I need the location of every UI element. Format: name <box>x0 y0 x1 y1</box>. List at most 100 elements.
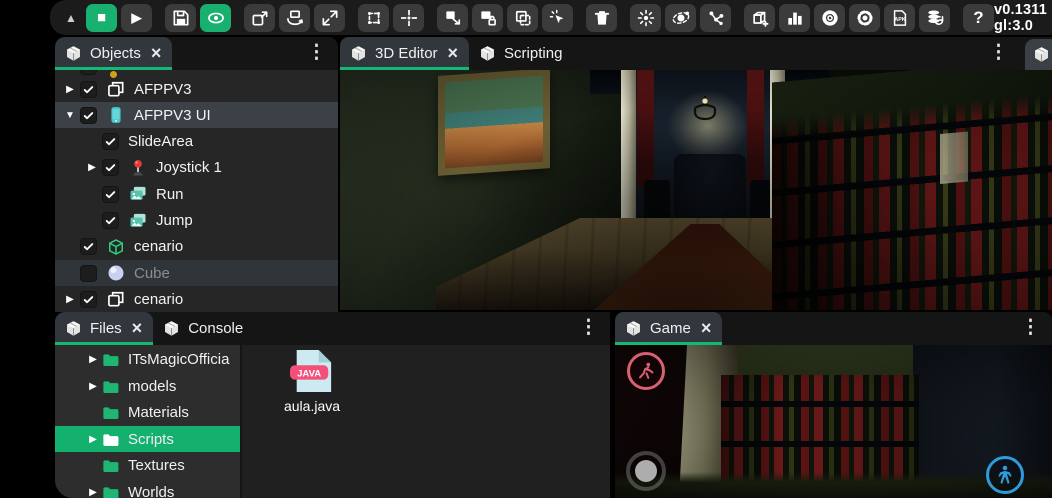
tab-label: 3D Editor <box>375 45 438 62</box>
files-tabbar: Files × Console ⋮ <box>55 312 610 345</box>
chevron-right-icon[interactable]: ▶ <box>82 162 102 173</box>
chevron-right-icon[interactable]: ▶ <box>85 381 101 392</box>
objects-panel: Objects× ⋮ ▶AFPPV3▼AFPPV3 UISlideArea▶Jo… <box>55 37 338 312</box>
rotate-tool-button[interactable] <box>279 4 310 32</box>
object-row-jump[interactable]: Jump <box>55 208 338 234</box>
database-sync-button[interactable] <box>919 4 950 32</box>
close-icon[interactable]: × <box>151 43 162 64</box>
visibility-checkbox[interactable] <box>80 107 97 124</box>
tab-label: Files <box>90 320 122 337</box>
copy-special-button[interactable] <box>507 4 538 32</box>
tab-files[interactable]: Files × <box>55 312 153 345</box>
package-icon <box>478 44 497 63</box>
object-row-run[interactable]: Run <box>55 181 338 207</box>
orbit-view-button[interactable] <box>665 4 696 32</box>
folder-row-scripts[interactable]: ▶Scripts <box>55 426 240 452</box>
tab-3d-editor[interactable]: 3D Editor × <box>340 37 469 70</box>
stop-button[interactable]: ■ <box>86 4 117 32</box>
lock-object-button[interactable] <box>472 4 503 32</box>
object-row-afppv3-ui[interactable]: ▼AFPPV3 UI <box>55 102 338 128</box>
file-card-aula-java[interactable]: JAVA aula.java <box>274 349 350 414</box>
tab-game[interactable]: Game× <box>615 312 722 345</box>
3d-viewport[interactable] <box>340 70 1052 310</box>
object-row-cenario[interactable]: cenario <box>55 234 338 260</box>
path-icon <box>706 8 726 28</box>
visibility-checkbox[interactable] <box>80 238 97 255</box>
duplicate-button[interactable] <box>437 4 468 32</box>
object-row-cube[interactable]: Cube <box>55 260 338 286</box>
virtual-joystick[interactable] <box>626 451 666 491</box>
image-icon <box>128 211 148 231</box>
settings-button[interactable] <box>814 4 845 32</box>
chevron-right-icon[interactable]: ▶ <box>85 354 101 365</box>
chevron-down-icon[interactable]: ▼ <box>60 110 80 121</box>
help-icon: ? <box>973 9 983 26</box>
flare-icon <box>636 8 656 28</box>
visibility-checkbox[interactable] <box>80 291 97 308</box>
object-row-joystick-1[interactable]: ▶Joystick 1 <box>55 155 338 181</box>
chevron-right-icon[interactable]: ▶ <box>85 487 101 498</box>
package-icon <box>349 44 368 63</box>
object-row-slidearea[interactable]: SlideArea <box>55 129 338 155</box>
visibility-checkbox[interactable] <box>102 186 119 203</box>
folder-row-textures[interactable]: Textures <box>55 453 240 479</box>
joystick-knob[interactable] <box>635 460 657 482</box>
mesh-icon <box>106 237 126 257</box>
scale-tool-button[interactable] <box>314 4 345 32</box>
running-person-icon <box>635 360 657 382</box>
visibility-checkbox[interactable] <box>80 81 97 98</box>
tab-scripting[interactable]: Scripting <box>469 37 573 70</box>
folder-icon <box>101 403 120 422</box>
collapse-toolbar-button[interactable]: ▲ <box>60 4 82 32</box>
folder-row-materials[interactable]: Materials <box>55 400 240 426</box>
export-apk-button[interactable]: APK <box>884 4 915 32</box>
add-object-button[interactable] <box>744 4 775 32</box>
close-icon[interactable]: × <box>132 318 143 339</box>
folder-row-models[interactable]: ▶ models <box>55 373 240 399</box>
folder-row-worlds[interactable]: ▶Worlds <box>55 480 240 498</box>
stats-button[interactable] <box>779 4 810 32</box>
editor-menu-button[interactable]: ⋮ <box>989 41 1008 66</box>
close-icon[interactable]: × <box>448 43 459 64</box>
preview-eye-button[interactable] <box>200 4 231 32</box>
visibility-checkbox[interactable] <box>102 212 119 229</box>
close-icon[interactable]: × <box>701 318 712 339</box>
game-menu-button[interactable]: ⋮ <box>1021 316 1040 341</box>
light-flare-button[interactable] <box>630 4 661 32</box>
bounds-select-button[interactable] <box>358 4 389 32</box>
object-row-afppv3[interactable]: ▶AFPPV3 <box>55 76 338 102</box>
pivot-tool-button[interactable] <box>393 4 424 32</box>
move-tool-button[interactable] <box>244 4 275 32</box>
folder-icon <box>101 456 120 475</box>
visibility-checkbox[interactable] <box>102 133 119 150</box>
tab-console[interactable]: Console <box>153 312 254 345</box>
scene-vignette <box>340 70 1052 310</box>
target-settings-button[interactable] <box>849 4 880 32</box>
objects-menu-button[interactable]: ⋮ <box>307 41 326 66</box>
tab-objects[interactable]: Objects× <box>55 37 172 70</box>
accessibility-button[interactable] <box>986 456 1024 494</box>
save-button[interactable] <box>165 4 196 32</box>
chevron-right-icon[interactable]: ▶ <box>60 84 80 95</box>
partial-next-tab[interactable] <box>1025 39 1052 70</box>
scale-icon <box>320 8 340 28</box>
visibility-checkbox[interactable] <box>80 265 97 282</box>
path-nodes-button[interactable] <box>700 4 731 32</box>
visibility-checkbox[interactable] <box>80 70 97 75</box>
version-label: v0.1311 gl:3.0 <box>994 2 1052 34</box>
delete-button[interactable] <box>586 4 617 32</box>
game-viewport[interactable] <box>615 345 1052 498</box>
object-row-cenario[interactable]: ▶cenario <box>55 286 338 312</box>
trash-icon <box>592 8 612 28</box>
help-button[interactable]: ? <box>963 4 994 32</box>
play-button[interactable]: ▶ <box>121 4 152 32</box>
tap-tool-button[interactable] <box>542 4 573 32</box>
run-button[interactable] <box>627 352 665 390</box>
visibility-checkbox[interactable] <box>102 159 119 176</box>
folder-row-itsmagicofficia[interactable]: ▶ITsMagicOfficia <box>55 347 240 373</box>
objects-tabbar: Objects× ⋮ <box>55 37 338 70</box>
chevron-right-icon[interactable]: ▶ <box>85 434 101 445</box>
files-menu-button[interactable]: ⋮ <box>579 316 598 341</box>
folder-label: models <box>128 378 176 395</box>
chevron-right-icon[interactable]: ▶ <box>60 294 80 305</box>
